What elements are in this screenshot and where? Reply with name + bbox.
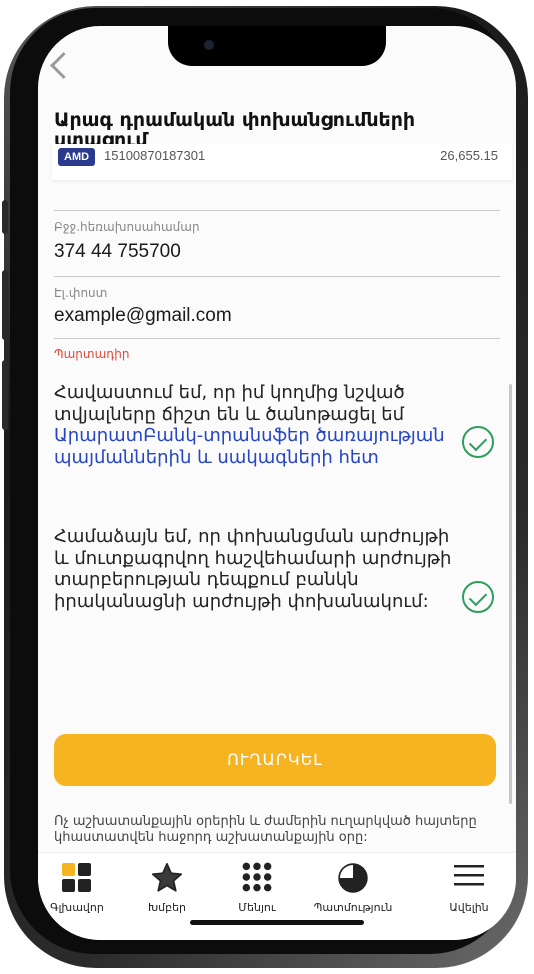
side-button-silent [2,200,8,234]
consent-terms-text: Հավաստում եմ, որ իմ կողմից նշված տվյալնե… [54,382,454,468]
history-pie-icon [308,861,398,895]
phone-field-label: Բջջ.հեռախոսահամար [54,220,200,234]
back-arrow-icon[interactable] [46,46,74,86]
tab-home[interactable]: Գլխավոր [38,861,122,914]
divider [54,276,500,277]
account-balance: 26,655.15 [440,148,498,163]
email-field-label: Էլ.փոստ [54,286,108,300]
home-grid-icon [38,861,122,895]
phone-screen: Արագ դրամական փոխանցումների ստացում AMD … [38,26,516,940]
camera-icon [204,40,214,50]
side-button-volume-up [2,270,8,340]
working-hours-note: Ոչ աշխատանքային օրերին և ժամերին ուղարկվ… [54,814,477,845]
tab-more[interactable]: Ավելին [424,861,514,914]
consent-terms-statement: Հավաստում եմ, որ իմ կողմից նշված տվյալնե… [54,382,405,425]
hamburger-icon [424,861,514,895]
tab-menu[interactable]: Մենյու [212,861,302,914]
email-field[interactable]: example@gmail.com [54,305,232,327]
bottom-tab-bar: Գլխավոր Խմբեր Մենյու Պատմություն Ավելին [38,852,516,940]
signature-required-label: Պարտադիր [54,347,130,361]
screenshot-stage: Արագ դրամական փոխանցումների ստացում AMD … [0,0,534,974]
account-number: 15100870187301 [104,148,206,163]
tab-more-label: Ավելին [449,901,489,914]
tab-groups[interactable]: Խմբեր [122,861,212,914]
home-indicator[interactable] [190,920,364,925]
side-button-volume-down [2,360,8,430]
menu-dots-icon [212,861,302,895]
phone-field[interactable]: 374 44 755700 [54,241,181,263]
divider [54,338,500,339]
scrollbar[interactable] [509,384,512,804]
tab-history-label: Պատմություն [313,901,393,914]
notch [168,26,386,66]
send-button[interactable]: ՈՒՂԱՐԿԵԼ [54,734,496,786]
tab-groups-label: Խմբեր [147,901,187,914]
consent-exchange-checkbox[interactable] [462,581,494,613]
star-icon [122,861,212,895]
tab-history[interactable]: Պատմություն [308,861,398,914]
tab-home-label: Գլխավոր [50,901,104,914]
terms-link[interactable]: ԱրարատԲանկ-տրանսֆեր ծառայության պայմաննե… [54,425,445,468]
account-card[interactable]: AMD 15100870187301 26,655.15 [52,144,512,180]
consent-exchange-text: Համաձայն եմ, որ փոխանցման արժույթի և մու… [54,526,452,612]
currency-badge: AMD [58,148,96,166]
tab-menu-label: Մենյու [238,901,276,914]
consent-terms-checkbox[interactable] [462,426,494,458]
divider [54,210,500,211]
